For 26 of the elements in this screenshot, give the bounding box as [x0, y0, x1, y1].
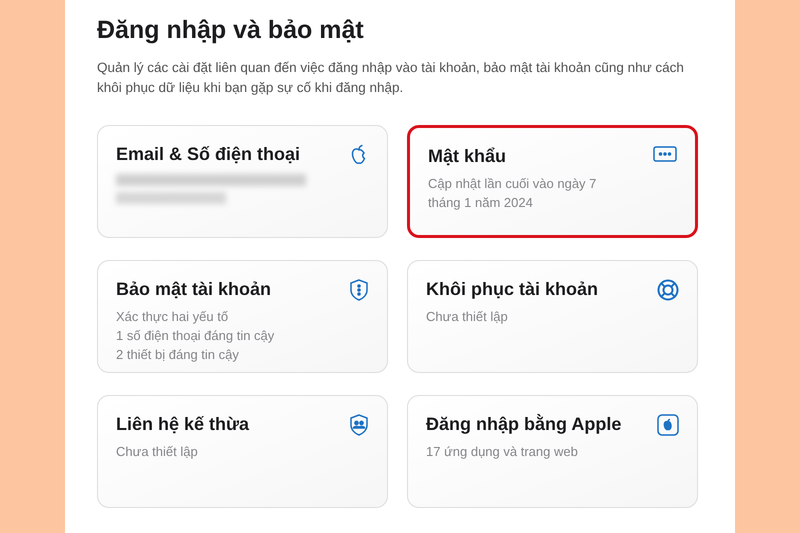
- account-card[interactable]: Đăng nhập bằng Apple 17 ứng dụng và trang web: [407, 395, 698, 508]
- card-subtitle: Cập nhật lần cuối vào ngày 7 tháng 1 năm 2024: [428, 175, 598, 212]
- shield-icon: [349, 279, 369, 301]
- account-card[interactable]: Mật khẩu Cập nhật lần cuối vào ngày 7 tháng 1 năm 2024: [407, 125, 698, 238]
- account-card[interactable]: Bảo mật tài khoản Xác thực hai yếu tố 1 số điện thoại đáng tin cậy 2 thiết bị đáng tin cậy: [97, 260, 388, 373]
- card-title: Khôi phục tài khoản: [426, 278, 598, 301]
- account-card[interactable]: Liên hệ kế thừa Chưa thiết lập: [97, 395, 388, 508]
- card-subtitle: Chưa thiết lập: [426, 308, 509, 326]
- card-subtitle: Xác thực hai yếu tố: [116, 308, 230, 326]
- card-subtitle: Chưa thiết lập: [116, 443, 199, 461]
- page-description: Quản lý các cài đặt liên quan đến việc đăng nhập vào tài khoản, bảo mật tài khoản cũng như cách khôi phục dữ liệu khi bạn gặp sự cố khi đăng nhập.: [97, 59, 685, 97]
- account-card[interactable]: Khôi phục tài khoản Chưa thiết lập: [407, 260, 698, 373]
- page-title: Đăng nhập và bảo mật: [97, 15, 365, 46]
- card-title: Liên hệ kế thừa: [116, 413, 250, 436]
- card-title: Mật khẩu: [428, 145, 508, 168]
- dots-icon: [653, 146, 677, 162]
- card-subtitle: 1 số điện thoại đáng tin cậy: [116, 327, 274, 345]
- lifebuoy-icon: [657, 279, 679, 301]
- card-subtitle: 17 ứng dụng và trang web: [426, 443, 579, 461]
- card-title: Bảo mật tài khoản: [116, 278, 272, 301]
- card-subtitle: 2 thiết bị đáng tin cậy: [116, 346, 240, 364]
- account-card[interactable]: Email & Số điện thoại: [97, 125, 388, 238]
- card-title: Email & Số điện thoại: [116, 143, 302, 166]
- card-title: Đăng nhập bằng Apple: [426, 413, 622, 436]
- apple-icon: [657, 414, 679, 436]
- shield-people-icon: [349, 414, 369, 436]
